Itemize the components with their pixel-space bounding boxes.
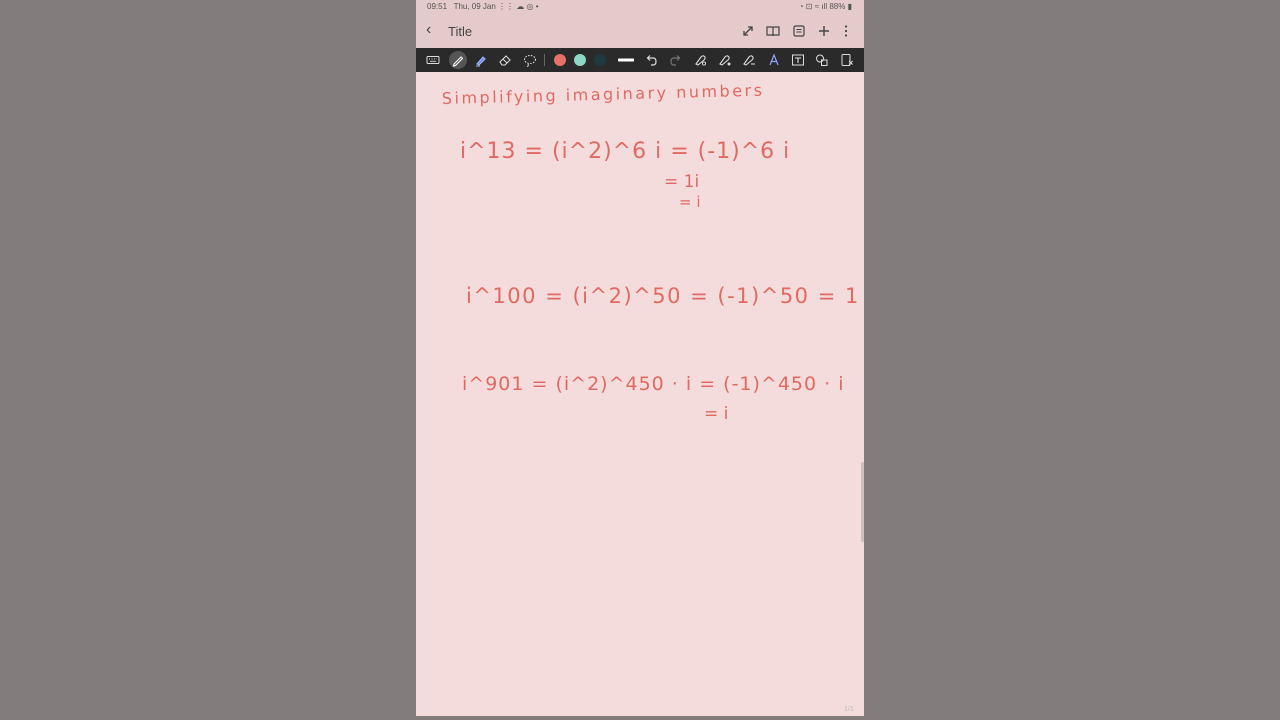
book-view-icon[interactable] bbox=[765, 23, 781, 39]
handwritten-line3b: = i bbox=[704, 404, 728, 424]
add-icon[interactable] bbox=[816, 23, 832, 39]
note-title[interactable]: Title bbox=[448, 24, 472, 39]
battery-icon: ▮ bbox=[847, 2, 852, 11]
handwritten-line3: i^901 = (i^2)^450 · i = (-1)^450 · i bbox=[462, 373, 845, 395]
status-bar: 09:51 Thu, 09 Jan ⋮⋮ ☁ ◎ • ◔ ⊡ ≈ ıll 88%… bbox=[416, 0, 864, 14]
pen-shape-icon[interactable] bbox=[741, 52, 757, 68]
status-time-date: 09:51 Thu, 09 Jan ⋮⋮ ☁ ◎ • bbox=[427, 2, 539, 11]
status-icons: ⋮⋮ ☁ ◎ • bbox=[498, 2, 539, 11]
drawing-toolbar bbox=[416, 48, 864, 72]
status-date: Thu, 09 Jan bbox=[453, 2, 496, 11]
handwritten-line1b: = 1i bbox=[664, 172, 699, 192]
status-right: ◔ ⊡ ≈ ıll 88% ▮ bbox=[799, 2, 852, 11]
insert-image-icon[interactable] bbox=[839, 52, 855, 68]
title-bar: ‹ Title bbox=[416, 14, 864, 48]
stroke-width-icon[interactable] bbox=[618, 52, 634, 68]
redo-icon[interactable] bbox=[668, 52, 684, 68]
back-arrow-icon[interactable]: ‹ bbox=[426, 22, 431, 38]
page-list-icon[interactable] bbox=[791, 23, 807, 39]
handwritten-line1c: = i bbox=[679, 193, 701, 211]
color-swatch-red[interactable] bbox=[554, 54, 566, 66]
color-swatch-dark-teal[interactable] bbox=[594, 54, 606, 66]
pen-settings-icon[interactable] bbox=[717, 52, 733, 68]
highlighter-icon[interactable] bbox=[473, 52, 489, 68]
status-system-icons: ◔ ⊡ ≈ ıll bbox=[798, 2, 830, 11]
shapes-icon[interactable] bbox=[814, 52, 830, 68]
pen-tool-icon[interactable] bbox=[449, 51, 467, 69]
more-options-icon[interactable] bbox=[838, 23, 854, 39]
keyboard-icon[interactable] bbox=[425, 52, 441, 68]
handwritten-line2: i^100 = (i^2)^50 = (-1)^50 = 1 bbox=[466, 284, 860, 308]
text-style-icon[interactable] bbox=[766, 52, 782, 68]
text-convert-icon[interactable] bbox=[790, 52, 806, 68]
toolbar-divider bbox=[544, 54, 545, 66]
battery-percent: 88% bbox=[829, 2, 846, 11]
expand-icon[interactable] bbox=[740, 23, 756, 39]
scrollbar-thumb[interactable] bbox=[861, 462, 864, 542]
handwritten-line1: i^13 = (i^2)^6 i = (-1)^6 i bbox=[460, 139, 790, 164]
page-indicator: 1/1 bbox=[844, 706, 854, 713]
tablet-screen: 09:51 Thu, 09 Jan ⋮⋮ ☁ ◎ • ◔ ⊡ ≈ ıll 88%… bbox=[416, 0, 864, 716]
lasso-icon[interactable] bbox=[522, 52, 538, 68]
eraser-icon[interactable] bbox=[497, 52, 513, 68]
handwriting-canvas[interactable]: Simplifying imaginary numbers i^13 = (i^… bbox=[416, 78, 864, 716]
handwritten-heading: Simplifying imaginary numbers bbox=[442, 81, 765, 108]
pen-search-icon[interactable] bbox=[693, 52, 709, 68]
undo-icon[interactable] bbox=[643, 52, 659, 68]
color-swatch-teal[interactable] bbox=[574, 54, 586, 66]
handwritten-ink: Simplifying imaginary numbers i^13 = (i^… bbox=[442, 81, 860, 424]
status-time: 09:51 bbox=[427, 2, 448, 11]
